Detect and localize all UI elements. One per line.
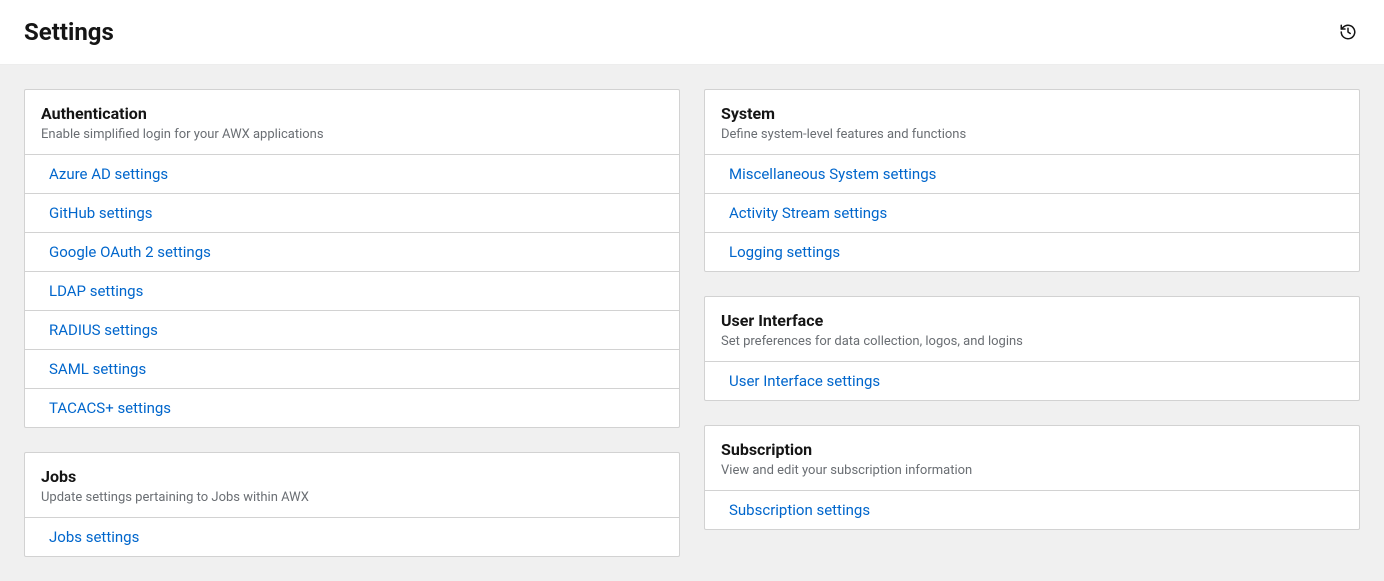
card-header: System Define system-level features and …: [705, 90, 1359, 154]
card-title: Authentication: [41, 104, 663, 123]
card-description: View and edit your subscription informat…: [721, 463, 1343, 478]
card-title: User Interface: [721, 311, 1343, 330]
subscription-settings-link[interactable]: Subscription settings: [705, 490, 1359, 529]
card-description: Enable simplified login for your AWX app…: [41, 127, 663, 142]
subscription-card: Subscription View and edit your subscrip…: [704, 425, 1360, 530]
card-header: Jobs Update settings pertaining to Jobs …: [25, 453, 679, 517]
card-description: Define system-level features and functio…: [721, 127, 1343, 142]
card-title: Jobs: [41, 467, 663, 486]
card-title: System: [721, 104, 1343, 123]
github-settings-link[interactable]: GitHub settings: [25, 193, 679, 232]
card-description: Update settings pertaining to Jobs withi…: [41, 490, 663, 505]
page-header: Settings: [0, 0, 1384, 65]
tacacs-plus-settings-link[interactable]: TACACS+ settings: [25, 388, 679, 427]
authentication-card: Authentication Enable simplified login f…: [24, 89, 680, 428]
system-card: System Define system-level features and …: [704, 89, 1360, 272]
settings-content: Authentication Enable simplified login f…: [0, 65, 1384, 581]
page-title: Settings: [24, 18, 114, 46]
right-column: System Define system-level features and …: [704, 89, 1360, 557]
card-title: Subscription: [721, 440, 1343, 459]
user-interface-settings-link[interactable]: User Interface settings: [705, 361, 1359, 400]
card-header: Subscription View and edit your subscrip…: [705, 426, 1359, 490]
user-interface-card: User Interface Set preferences for data …: [704, 296, 1360, 401]
card-header: Authentication Enable simplified login f…: [25, 90, 679, 154]
azure-ad-settings-link[interactable]: Azure AD settings: [25, 154, 679, 193]
card-description: Set preferences for data collection, log…: [721, 334, 1343, 349]
jobs-card: Jobs Update settings pertaining to Jobs …: [24, 452, 680, 557]
card-header: User Interface Set preferences for data …: [705, 297, 1359, 361]
activity-stream-button[interactable]: [1336, 20, 1360, 44]
activity-stream-settings-link[interactable]: Activity Stream settings: [705, 193, 1359, 232]
saml-settings-link[interactable]: SAML settings: [25, 349, 679, 388]
google-oauth2-settings-link[interactable]: Google OAuth 2 settings: [25, 232, 679, 271]
jobs-settings-link[interactable]: Jobs settings: [25, 517, 679, 556]
radius-settings-link[interactable]: RADIUS settings: [25, 310, 679, 349]
history-icon: [1339, 23, 1357, 41]
misc-system-settings-link[interactable]: Miscellaneous System settings: [705, 154, 1359, 193]
logging-settings-link[interactable]: Logging settings: [705, 232, 1359, 271]
ldap-settings-link[interactable]: LDAP settings: [25, 271, 679, 310]
left-column: Authentication Enable simplified login f…: [24, 89, 680, 557]
